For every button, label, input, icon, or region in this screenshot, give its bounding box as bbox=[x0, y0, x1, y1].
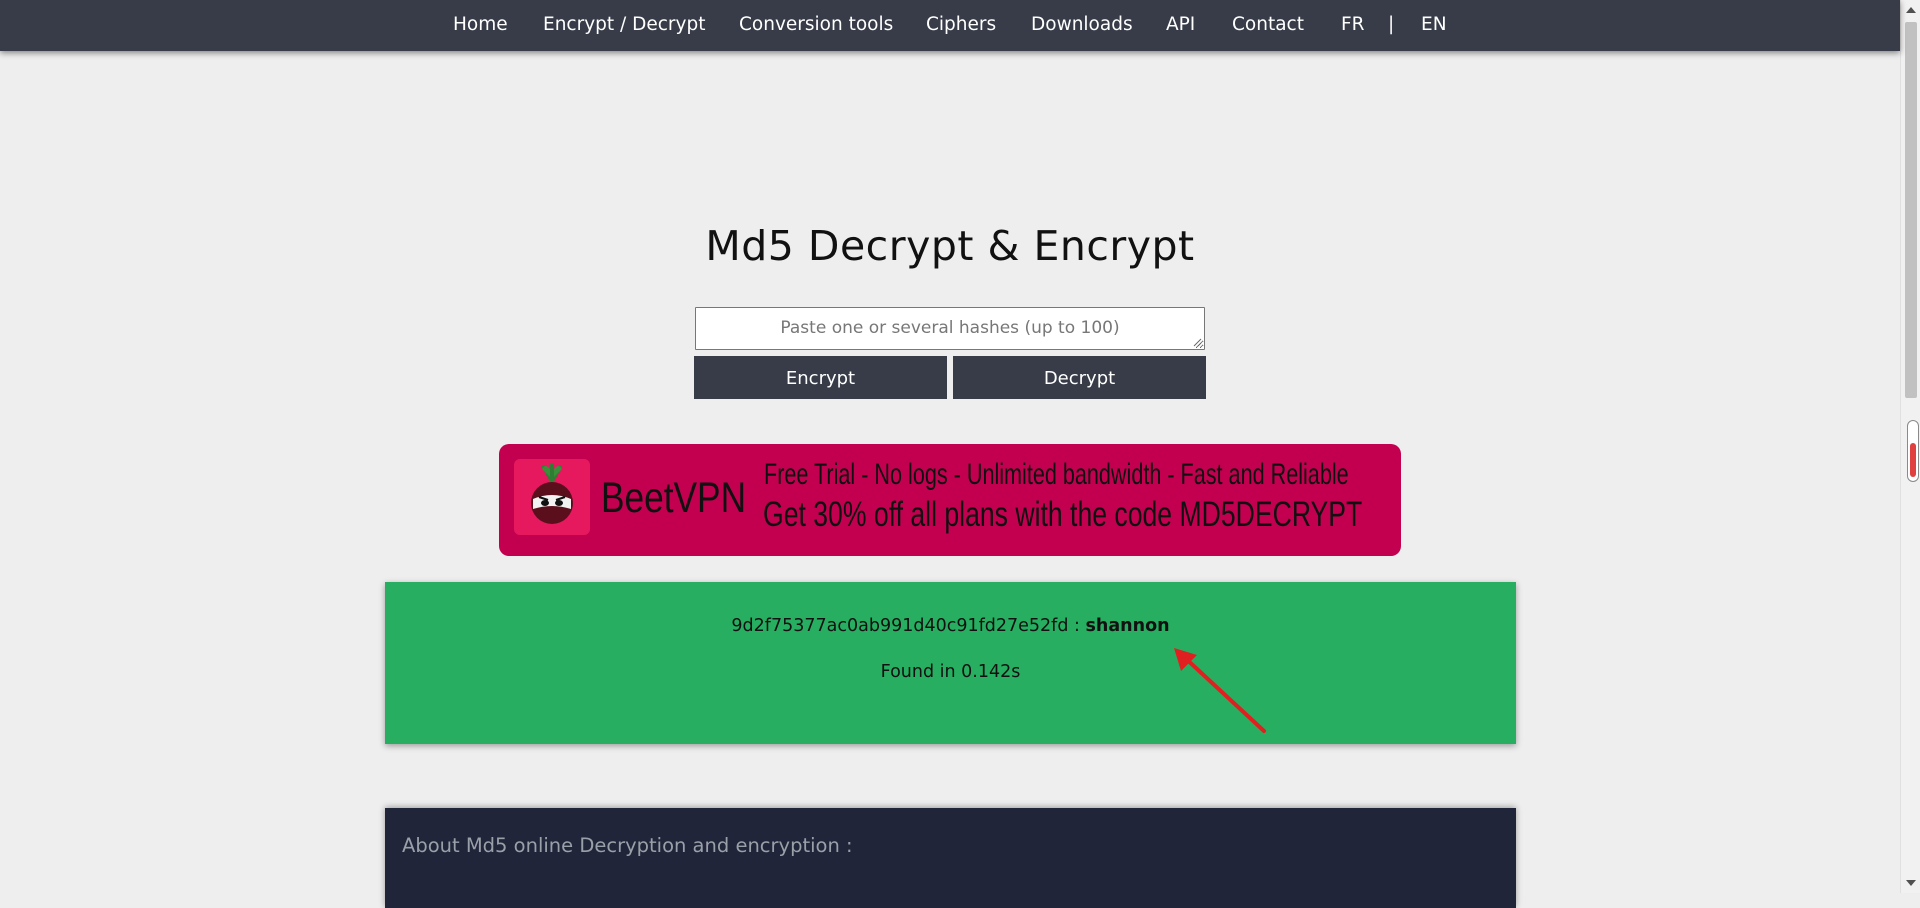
nav-downloads[interactable]: Downloads bbox=[1031, 0, 1133, 51]
result-hash: 9d2f75377ac0ab991d40c91fd27e52fd bbox=[731, 616, 1069, 636]
ad-brand: BeetVPN bbox=[601, 474, 747, 522]
scroll-up-icon[interactable] bbox=[1906, 7, 1916, 13]
nav-conversion-tools[interactable]: Conversion tools bbox=[739, 0, 893, 51]
side-widget-icon[interactable] bbox=[1907, 420, 1919, 482]
nav-language-fr[interactable]: FR bbox=[1341, 0, 1365, 51]
encrypt-button[interactable]: Encrypt bbox=[694, 356, 947, 399]
result-line: 9d2f75377ac0ab991d40c91fd27e52fd : shann… bbox=[385, 616, 1516, 636]
ad-promo-code: Get 30% off all plans with the code MD5D… bbox=[763, 495, 1363, 534]
hash-input[interactable] bbox=[695, 307, 1205, 350]
nav-encrypt-decrypt[interactable]: Encrypt / Decrypt bbox=[543, 0, 705, 51]
beet-ninja-icon bbox=[531, 463, 573, 524]
nav-ciphers[interactable]: Ciphers bbox=[926, 0, 996, 51]
nav-language-en[interactable]: EN bbox=[1421, 0, 1447, 51]
result-panel: 9d2f75377ac0ab991d40c91fd27e52fd : shann… bbox=[385, 582, 1516, 744]
nav-home[interactable]: Home bbox=[453, 0, 508, 51]
ad-tagline: Free Trial - No logs - Unlimited bandwid… bbox=[764, 458, 1349, 491]
scroll-thumb[interactable] bbox=[1905, 22, 1917, 398]
side-widget-fill bbox=[1910, 443, 1916, 477]
nav-separator: | bbox=[1388, 14, 1395, 35]
result-time: Found in 0.142s bbox=[880, 662, 1021, 682]
top-navigation: Home Encrypt / Decrypt Conversion tools … bbox=[0, 0, 1900, 51]
result-separator: : bbox=[1068, 616, 1086, 636]
ad-banner[interactable]: BeetVPN Free Trial - No logs - Unlimited… bbox=[499, 444, 1401, 556]
about-panel: About Md5 online Decryption and encrypti… bbox=[385, 808, 1516, 908]
page-title: Md5 Decrypt & Encrypt bbox=[705, 222, 1195, 270]
result-plaintext: shannon bbox=[1085, 616, 1170, 636]
about-heading: About Md5 online Decryption and encrypti… bbox=[402, 834, 853, 857]
nav-contact[interactable]: Contact bbox=[1232, 0, 1304, 51]
nav-api[interactable]: API bbox=[1166, 0, 1195, 51]
scroll-down-icon[interactable] bbox=[1906, 880, 1916, 886]
ad-logo bbox=[514, 459, 590, 535]
decrypt-button[interactable]: Decrypt bbox=[953, 356, 1206, 399]
